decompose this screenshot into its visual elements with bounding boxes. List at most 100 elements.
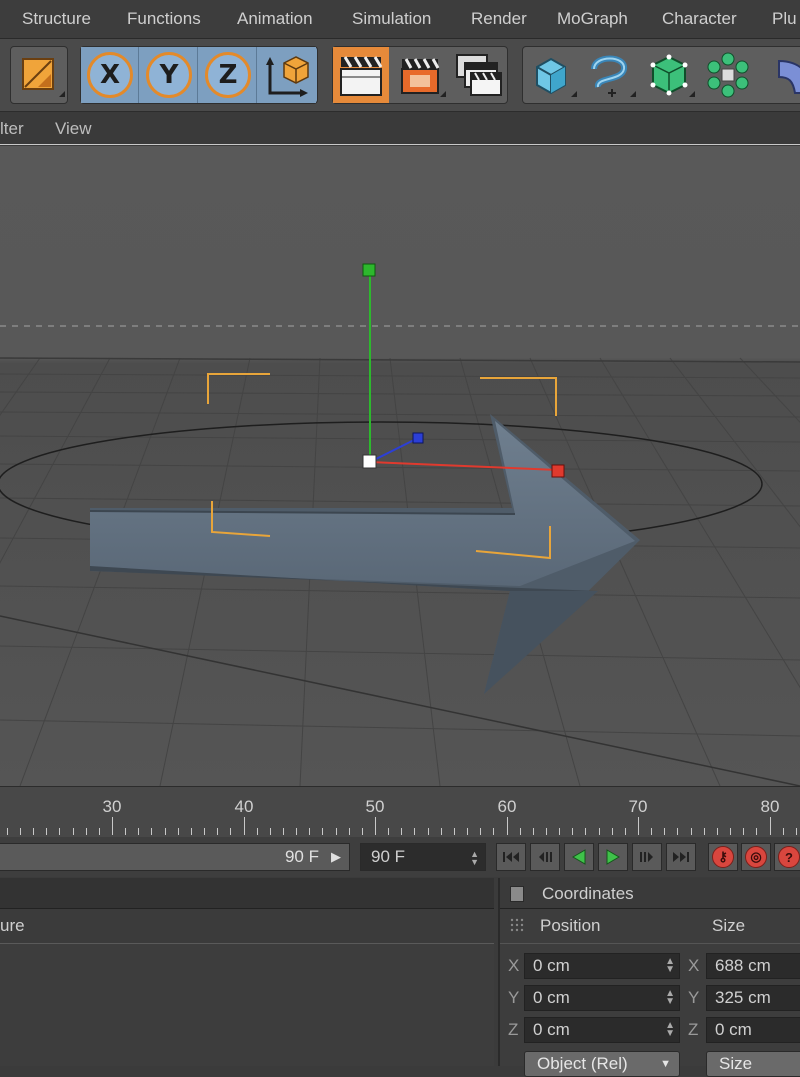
timeline-tick	[664, 828, 665, 835]
z-axis-cap[interactable]	[412, 432, 424, 444]
timeline-tick	[296, 828, 297, 835]
timeline-tick	[46, 828, 47, 835]
size-mode-select[interactable]: Size	[706, 1051, 800, 1077]
spin-arrows-icon: ▲ ▼	[470, 849, 479, 867]
menu-view[interactable]: View	[55, 119, 92, 139]
add-deformer-button[interactable]	[759, 47, 800, 103]
z-axis-icon: Z	[205, 52, 251, 98]
cube-icon	[536, 57, 577, 97]
y-axis-cap[interactable]	[362, 263, 376, 277]
z-axis-lock-button[interactable]: Z	[199, 47, 257, 103]
autokey-icon: ◎	[745, 846, 767, 868]
go-to-end-button[interactable]	[666, 843, 696, 871]
end-frame-slider[interactable]: 90 F ▶	[0, 843, 350, 871]
position-x-field[interactable]: 0 cm ▲ ▼	[524, 953, 680, 979]
timeline-tick	[270, 828, 271, 835]
go-to-start-button[interactable]	[496, 843, 526, 871]
position-z-field[interactable]: 0 cm ▲ ▼	[524, 1017, 680, 1043]
timeline-tick	[230, 828, 231, 835]
world-coordinates-icon	[22, 58, 65, 97]
max-frame-field[interactable]: 90 F ▲ ▼	[360, 843, 486, 871]
add-spline-button[interactable]	[582, 47, 638, 103]
timeline-tick	[559, 828, 560, 835]
object-manager-panel: ure	[0, 878, 494, 1066]
coordinate-system-button[interactable]	[11, 47, 67, 103]
clapboard-icon	[340, 56, 383, 96]
transport-bar: 90 F ▶ 90 F ▲ ▼ ⚷ ◎ ?	[0, 837, 800, 877]
add-cloner-button[interactable]	[700, 47, 756, 103]
structure-header-label: ure	[0, 916, 25, 935]
timeline-tick	[336, 828, 337, 835]
keyframe-selection-button[interactable]: ?	[774, 843, 800, 871]
render-picture-viewer-button[interactable]	[392, 47, 448, 103]
timeline-tick	[441, 828, 442, 835]
menu-simulation[interactable]: Simulation	[352, 9, 431, 29]
max-frame-value: 90 F	[371, 847, 406, 866]
size-y-field[interactable]: 325 cm	[706, 985, 800, 1011]
coordinates-title-bar: Coordinates	[500, 878, 800, 909]
timeline-tick	[467, 828, 468, 835]
timeline-major-tick	[244, 817, 245, 835]
skip-end-icon	[673, 852, 689, 862]
menu-functions[interactable]: Functions	[127, 9, 201, 29]
toolbar-group-coord	[10, 46, 68, 104]
menu-filter[interactable]: lter	[0, 119, 24, 139]
timeline-tick	[59, 828, 60, 835]
coordinate-mode-value: Object (Rel)	[537, 1054, 628, 1073]
coordinates-title: Coordinates	[542, 884, 634, 903]
position-column-label: Position	[540, 916, 601, 935]
timeline-tick	[388, 828, 389, 835]
menu-plugins[interactable]: Plu	[772, 9, 797, 29]
timeline-tick	[204, 828, 205, 835]
3d-viewport[interactable]	[0, 146, 800, 786]
next-key-button[interactable]	[632, 843, 662, 871]
coordinate-mode-select[interactable]: Object (Rel) ▼	[524, 1051, 680, 1077]
size-x-field[interactable]: 688 cm	[706, 953, 800, 979]
timeline-tick	[414, 828, 415, 835]
timeline-tick	[717, 828, 718, 835]
menu-structure[interactable]: Structure	[22, 9, 91, 29]
menu-render[interactable]: Render	[471, 9, 527, 29]
play-backward-button[interactable]	[564, 843, 594, 871]
menu-character[interactable]: Character	[662, 9, 737, 29]
bend-deformer-icon	[778, 59, 800, 94]
toolbar-group-axes: X Y Z	[80, 46, 318, 104]
timeline-major-tick	[112, 817, 113, 835]
add-subdivision-surface-button[interactable]	[641, 47, 697, 103]
timeline-tick	[585, 828, 586, 835]
render-settings-button[interactable]	[451, 47, 507, 103]
panel-tab-icon[interactable]	[510, 886, 524, 902]
previous-key-button[interactable]	[530, 843, 560, 871]
menu-mograph[interactable]: MoGraph	[557, 9, 628, 29]
render-view-button[interactable]	[333, 47, 389, 103]
record-active-objects-button[interactable]: ⚷	[708, 843, 738, 871]
size-z-field[interactable]: 0 cm	[706, 1017, 800, 1043]
position-z-value: 0 cm	[533, 1020, 570, 1039]
viewport-scene	[0, 146, 800, 786]
position-y-field[interactable]: 0 cm ▲ ▼	[524, 985, 680, 1011]
spin-arrows-icon[interactable]: ▲ ▼	[665, 989, 675, 1007]
subdivision-cube-icon	[650, 54, 695, 97]
x-axis-cap[interactable]	[551, 464, 565, 478]
timeline-tick	[86, 828, 87, 835]
play-forward-button[interactable]	[598, 843, 628, 871]
timeline-ruler[interactable]: 30 40 50 60 70 80	[0, 786, 800, 837]
add-cube-button[interactable]	[523, 47, 579, 103]
menu-animation[interactable]: Animation	[237, 9, 313, 29]
timeline-tick	[401, 828, 402, 835]
timeline-frame-label: 40	[234, 797, 254, 816]
local-axis-icon	[266, 56, 309, 97]
timeline-tick	[743, 828, 744, 835]
play-forward-icon	[606, 849, 620, 865]
y-axis-lock-button[interactable]: Y	[140, 47, 198, 103]
autokeying-button[interactable]: ◎	[741, 843, 771, 871]
dropdown-arrow-icon: ▼	[660, 1058, 671, 1070]
coordinates-panel: Coordinates Position Size X 0 cm ▲ ▼ X 68…	[498, 878, 800, 1077]
timeline-tick	[730, 828, 731, 835]
spin-arrows-icon[interactable]: ▲ ▼	[665, 957, 675, 975]
timeline-tick	[493, 828, 494, 835]
timeline-tick	[309, 828, 310, 835]
spin-arrows-icon[interactable]: ▲ ▼	[665, 1021, 675, 1039]
object-coordinates-button[interactable]	[258, 47, 316, 103]
x-axis-lock-button[interactable]: X	[81, 47, 139, 103]
